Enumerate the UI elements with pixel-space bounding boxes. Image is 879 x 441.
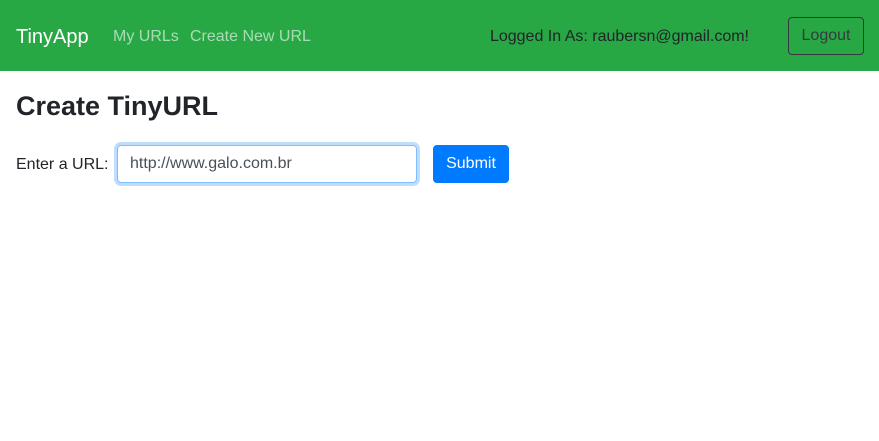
url-input[interactable]: [117, 145, 417, 183]
brand-link[interactable]: TinyApp: [16, 24, 89, 50]
url-field-label: Enter a URL:: [16, 156, 109, 173]
logged-in-status: Logged In As: raubersn@gmail.com!: [489, 28, 749, 45]
logout-button[interactable]: Logout: [788, 17, 864, 55]
submit-button[interactable]: Submit: [433, 145, 509, 183]
page-title: Create TinyURL: [16, 91, 219, 121]
nav-link-create-new-url[interactable]: Create New URL: [190, 27, 311, 47]
top-navbar: TinyApp My URLs Create New URL Logged In…: [0, 0, 879, 71]
nav-link-my-urls[interactable]: My URLs: [113, 27, 179, 47]
